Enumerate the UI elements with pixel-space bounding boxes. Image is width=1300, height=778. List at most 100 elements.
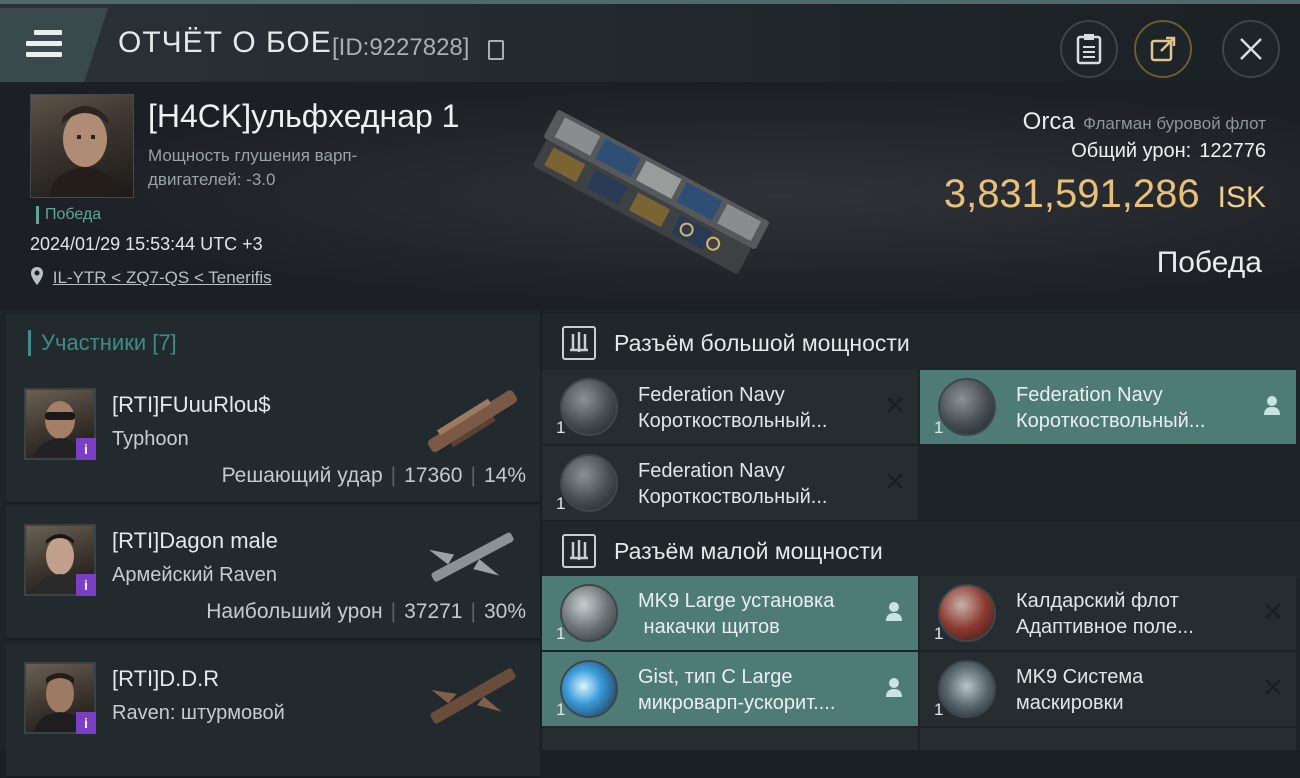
info-badge[interactable]: i: [76, 438, 96, 460]
participant-damage: 37271: [404, 600, 463, 623]
menu-icon: [26, 30, 62, 60]
destroyed-icon: [1265, 679, 1281, 695]
module-name: MK9 Large установка накачки щитов: [638, 590, 835, 638]
participant-percent: 14%: [483, 464, 526, 487]
clipboard-icon: [1076, 34, 1102, 65]
module-name: Gist, тип C Large микроварп-ускорит....: [638, 666, 836, 714]
copy-id-icon[interactable]: [488, 40, 504, 60]
participant-card[interactable]: i [RTI]D.D.R Raven: штурмовой: [6, 644, 540, 778]
module-qty: 1: [934, 624, 944, 643]
share-button[interactable]: [1134, 20, 1192, 78]
participant-role: Наибольший урон: [206, 600, 383, 623]
module-item[interactable]: 1 MK9 Система маскировки: [920, 652, 1296, 726]
cloaking-device-icon: [938, 660, 996, 718]
blaster-icon: [560, 378, 618, 436]
participants-panel: Участники [7] i [RTI]FUuuRlou$ Typhoon Р…: [0, 310, 540, 778]
stat-divider: |: [390, 464, 397, 487]
isk-amount: 3,831,591,286: [943, 172, 1200, 216]
participant-card[interactable]: i [RTI]Dagon male Армейский Raven Наибол…: [6, 506, 540, 640]
participant-damage: 17360: [404, 464, 463, 487]
participant-role: Решающий удар: [221, 464, 383, 487]
high-slot-icon: [562, 326, 596, 360]
module-qty: 1: [556, 624, 566, 643]
module-item-partial[interactable]: [542, 728, 918, 750]
participant-ship: Typhoon: [112, 428, 189, 450]
share-icon: [1150, 36, 1176, 62]
close-button[interactable]: [1222, 20, 1280, 78]
blaster-icon: [560, 454, 618, 512]
stat-divider: |: [470, 600, 476, 623]
victim-name[interactable]: [H4CK]ульфхеднар 1: [148, 98, 459, 135]
destroyed-icon: [1265, 603, 1281, 619]
module-qty: 1: [556, 418, 566, 437]
stat-divider: |: [470, 464, 476, 487]
report-id: [ID:9227828]: [332, 34, 470, 61]
module-item[interactable]: 1 Federation Navy Короткоствольный...: [542, 446, 918, 520]
info-badge[interactable]: i: [76, 712, 96, 734]
module-qty: 1: [556, 700, 566, 719]
participant-stats: Наибольший урон | 37271 | 30%: [206, 600, 526, 624]
module-item[interactable]: 1 Калдарский флот Адаптивное поле...: [920, 576, 1296, 650]
destroyed-icon: [887, 397, 903, 413]
location-pin-icon: [31, 267, 43, 285]
module-item[interactable]: 1 Federation Navy Короткоствольный...: [542, 370, 918, 444]
ship-class: Флагман буровой флот: [1083, 114, 1266, 133]
dropped-pilot-icon: [886, 678, 902, 697]
participant-ship: Армейский Raven: [112, 564, 277, 586]
low-slot-title: Разъём малой мощности: [614, 538, 883, 564]
close-icon: [1240, 38, 1262, 60]
stat-divider: |: [390, 600, 397, 623]
module-item[interactable]: 1 Federation Navy Короткоствольный...: [920, 370, 1296, 444]
low-slot-header: Разъём малой мощности: [542, 522, 1300, 578]
participants-header: Участники [7]: [6, 314, 540, 372]
low-slot-icon: [562, 534, 596, 568]
participant-stats: Решающий удар | 17360 | 14%: [222, 464, 526, 488]
info-badge[interactable]: i: [76, 574, 96, 596]
victory-tag: Победа: [36, 206, 101, 224]
menu-button[interactable]: [0, 8, 108, 82]
battle-result: Победа: [1156, 246, 1262, 279]
module-item-partial[interactable]: [920, 728, 1296, 750]
module-name: Federation Navy Короткоствольный...: [1016, 384, 1206, 432]
avatar[interactable]: i: [24, 388, 96, 460]
fitting-panel: Разъём большой мощности 1 Federation Nav…: [542, 310, 1300, 750]
victim-stat: Мощность глушения варп-двигателей: -3.0: [148, 146, 358, 189]
ship-name: Orca: [1022, 108, 1075, 135]
victim-portrait[interactable]: [30, 94, 134, 198]
isk-value: 3,831,591,286 ISK: [944, 172, 1266, 217]
high-slot-header: Разъём большой мощности: [542, 314, 1300, 370]
kill-location[interactable]: IL-YTR < ZQ7-QS < Tenerifis: [30, 266, 272, 288]
destroyed-icon: [887, 473, 903, 489]
adaptive-field-icon: [938, 584, 996, 642]
participant-ship-image: [428, 532, 514, 582]
module-name: MK9 Система маскировки: [1016, 666, 1144, 714]
participant-name: [RTI]D.D.R: [112, 666, 220, 691]
participant-name: [RTI]Dagon male: [112, 528, 278, 553]
dropped-pilot-icon: [886, 602, 902, 621]
participants-title: Участники [7]: [28, 330, 177, 356]
shield-booster-icon: [560, 584, 618, 642]
module-item[interactable]: 1 Gist, тип C Large микроварп-ускорит....: [542, 652, 918, 726]
total-damage-label: Общий урон:: [1071, 140, 1192, 162]
module-qty: 1: [556, 494, 566, 513]
module-item[interactable]: 1 MK9 Large установка накачки щитов: [542, 576, 918, 650]
isk-unit: ISK: [1217, 181, 1266, 214]
participant-percent: 30%: [483, 600, 526, 623]
avatar[interactable]: i: [24, 662, 96, 734]
participant-ship: Raven: штурмовой: [112, 702, 285, 724]
location-link[interactable]: IL-YTR < ZQ7-QS < Tenerifis: [53, 268, 272, 287]
ship-name-line[interactable]: Orca Флагман буровой флот: [1023, 108, 1266, 136]
victim-face-icon: [49, 106, 121, 197]
microwarpdrive-icon: [560, 660, 618, 718]
victim-panel: [H4CK]ульфхеднар 1 Мощность глушения вар…: [0, 82, 1300, 310]
avatar[interactable]: i: [24, 524, 96, 596]
high-slot-title: Разъём большой мощности: [614, 330, 910, 356]
module-name: Federation Navy Короткоствольный...: [638, 384, 828, 432]
participant-card[interactable]: i [RTI]FUuuRlou$ Typhoon Решающий удар | 1…: [6, 370, 540, 504]
clipboard-button[interactable]: [1060, 20, 1118, 78]
dropped-pilot-icon: [1264, 396, 1280, 415]
module-name: Калдарский флот Адаптивное поле...: [1016, 590, 1194, 638]
blaster-icon: [938, 378, 996, 436]
module-qty: 1: [934, 700, 944, 719]
kill-datetime: 2024/01/29 15:53:44 UTC +3: [30, 234, 263, 254]
